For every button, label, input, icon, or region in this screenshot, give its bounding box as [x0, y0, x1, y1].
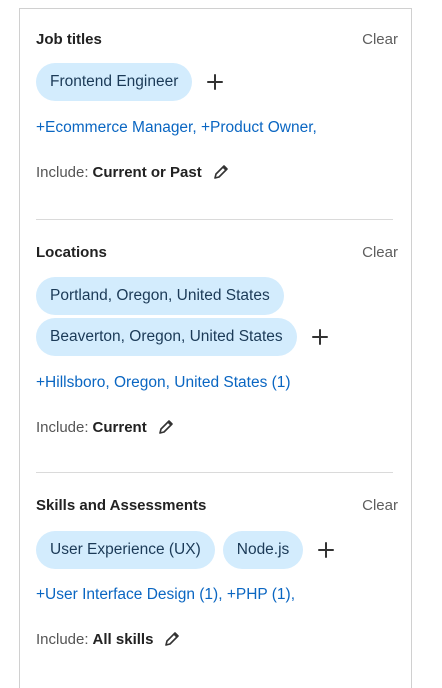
include-value: All skills: [92, 630, 154, 648]
locations-title: Locations: [36, 244, 107, 261]
job-titles-include-row: Include: Current or Past: [36, 163, 402, 181]
include-value: Current: [92, 418, 147, 436]
edit-include-pencil-icon[interactable]: [157, 418, 175, 436]
job-titles-clear-button[interactable]: Clear: [362, 31, 398, 48]
locations-suggestions[interactable]: +Hillsboro, Oregon, United States (1): [36, 374, 402, 392]
edit-include-pencil-icon[interactable]: [163, 630, 181, 648]
skills-chip-row: User Experience (UX) Node.js: [36, 531, 402, 569]
chip-nodejs[interactable]: Node.js: [222, 531, 304, 569]
add-skill-plus-icon[interactable]: [315, 539, 337, 561]
skills-title: Skills and Assessments: [36, 497, 207, 514]
chip-frontend-engineer[interactable]: Frontend Engineer: [36, 63, 193, 101]
job-titles-section: Job titles Clear Frontend Engineer +Ecom…: [36, 29, 402, 181]
chip-beaverton[interactable]: Beaverton, Oregon, United States: [36, 318, 297, 356]
filter-panel: Job titles Clear Frontend Engineer +Ecom…: [19, 8, 412, 688]
skills-include-row: Include: All skills: [36, 630, 402, 648]
locations-include-row: Include: Current: [36, 418, 402, 436]
add-job-title-plus-icon[interactable]: [204, 71, 226, 93]
locations-clear-button[interactable]: Clear: [362, 244, 398, 261]
locations-chip-row-1: Portland, Oregon, United States: [36, 277, 402, 315]
skills-suggestions[interactable]: +User Interface Design (1), +PHP (1),: [36, 586, 402, 604]
edit-include-pencil-icon[interactable]: [212, 163, 230, 181]
locations-header: Locations Clear: [36, 242, 402, 266]
include-label: Include:: [36, 418, 89, 436]
skills-section: Skills and Assessments Clear User Experi…: [36, 495, 402, 648]
locations-chip-row-2: Beaverton, Oregon, United States: [36, 318, 402, 356]
chip-user-experience[interactable]: User Experience (UX): [36, 531, 215, 569]
include-label: Include:: [36, 630, 89, 648]
job-titles-title: Job titles: [36, 31, 102, 48]
include-label: Include:: [36, 163, 89, 181]
skills-header: Skills and Assessments Clear: [36, 495, 402, 519]
job-titles-chip-row: Frontend Engineer: [36, 63, 402, 101]
add-location-plus-icon[interactable]: [309, 326, 331, 348]
chip-portland[interactable]: Portland, Oregon, United States: [36, 277, 284, 315]
job-titles-suggestions[interactable]: +Ecommerce Manager, +Product Owner,: [36, 119, 402, 137]
section-divider: [36, 219, 393, 220]
section-divider: [36, 472, 393, 473]
skills-clear-button[interactable]: Clear: [362, 497, 398, 514]
job-titles-header: Job titles Clear: [36, 29, 402, 53]
locations-section: Locations Clear Portland, Oregon, United…: [36, 242, 402, 436]
include-value: Current or Past: [92, 163, 202, 181]
